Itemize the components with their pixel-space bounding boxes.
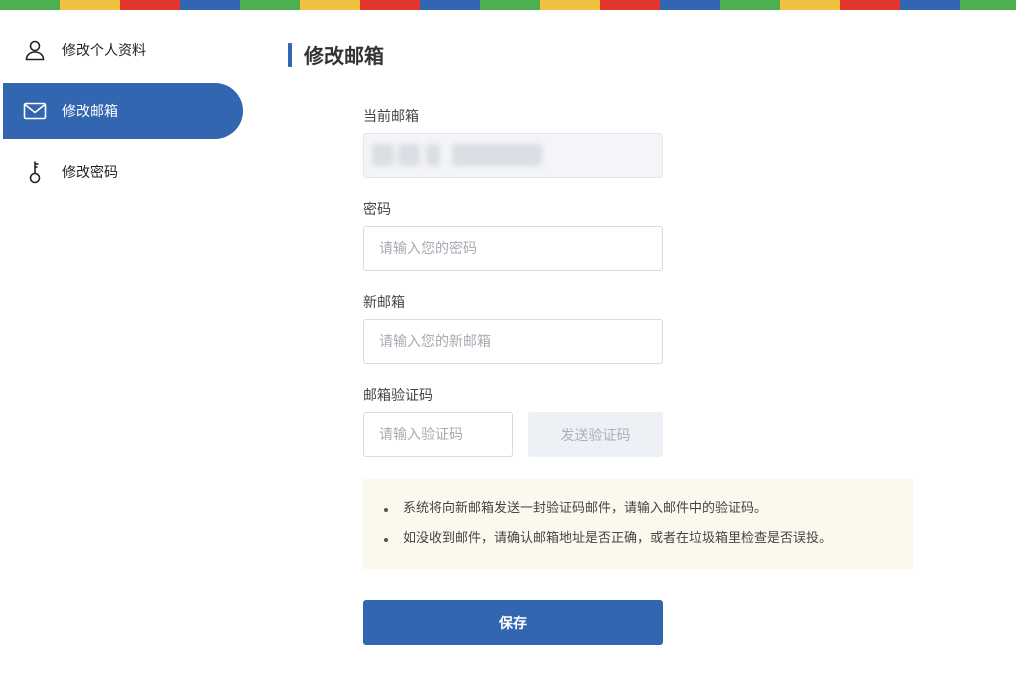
page-title: 修改邮箱: [288, 40, 384, 69]
notice-item: 如没收到邮件，请确认邮箱地址是否正确，或者在垃圾箱里检查是否误投。: [381, 529, 895, 549]
current-email-label: 当前邮箱: [363, 109, 419, 125]
color-stripe-bar: [0, 0, 1016, 10]
redacted-email-value: [398, 144, 420, 166]
sidebar: 修改个人资料 修改邮箱 修改密码: [0, 22, 250, 205]
page-title-text: 修改邮箱: [304, 44, 384, 68]
sidebar-item-label: 修改个人资料: [62, 43, 146, 59]
notice-item: 系统将向新邮箱发送一封验证码邮件，请输入邮件中的验证码。: [381, 499, 895, 519]
current-email-field: [363, 133, 663, 178]
color-stripe-segment: [480, 0, 540, 10]
color-stripe-segment: [60, 0, 120, 10]
color-stripe-segment: [660, 0, 720, 10]
verification-code-row: 发送验证码: [363, 412, 913, 457]
color-stripe-segment: [960, 0, 1016, 10]
title-accent-bar: [288, 42, 292, 67]
redacted-email-value: [372, 144, 394, 166]
redacted-email-value: [452, 144, 542, 166]
color-stripe-segment: [360, 0, 420, 10]
sidebar-item-edit-profile[interactable]: 修改个人资料: [0, 22, 243, 78]
verification-code-input[interactable]: [363, 412, 513, 457]
sidebar-item-label: 修改邮箱: [62, 104, 118, 120]
change-email-form: 当前邮箱 密码 新邮箱 邮箱验证码 发送验证码 系统将向新邮箱发送一封验证码邮件…: [363, 107, 913, 645]
notice-box: 系统将向新邮箱发送一封验证码邮件，请输入邮件中的验证码。 如没收到邮件，请确认邮…: [363, 479, 913, 569]
password-label: 密码: [363, 202, 391, 218]
password-input[interactable]: [363, 226, 663, 271]
color-stripe-segment: [900, 0, 960, 10]
verification-code-label: 邮箱验证码: [363, 388, 433, 404]
color-stripe-segment: [540, 0, 600, 10]
sidebar-item-edit-email[interactable]: 修改邮箱: [3, 83, 243, 139]
send-code-button[interactable]: 发送验证码: [528, 412, 663, 457]
redacted-email-value: [426, 144, 440, 166]
color-stripe-segment: [600, 0, 660, 10]
color-stripe-segment: [420, 0, 480, 10]
color-stripe-segment: [240, 0, 300, 10]
save-button[interactable]: 保存: [363, 600, 663, 645]
color-stripe-segment: [780, 0, 840, 10]
color-stripe-segment: [720, 0, 780, 10]
user-icon: [22, 37, 48, 63]
color-stripe-segment: [840, 0, 900, 10]
sidebar-item-label: 修改密码: [62, 165, 118, 181]
sidebar-item-edit-password[interactable]: 修改密码: [0, 144, 243, 200]
color-stripe-segment: [0, 0, 60, 10]
key-icon: [22, 159, 48, 185]
new-email-input[interactable]: [363, 319, 663, 364]
color-stripe-segment: [120, 0, 180, 10]
color-stripe-segment: [180, 0, 240, 10]
new-email-label: 新邮箱: [363, 295, 405, 311]
color-stripe-segment: [300, 0, 360, 10]
mail-icon: [22, 98, 48, 124]
